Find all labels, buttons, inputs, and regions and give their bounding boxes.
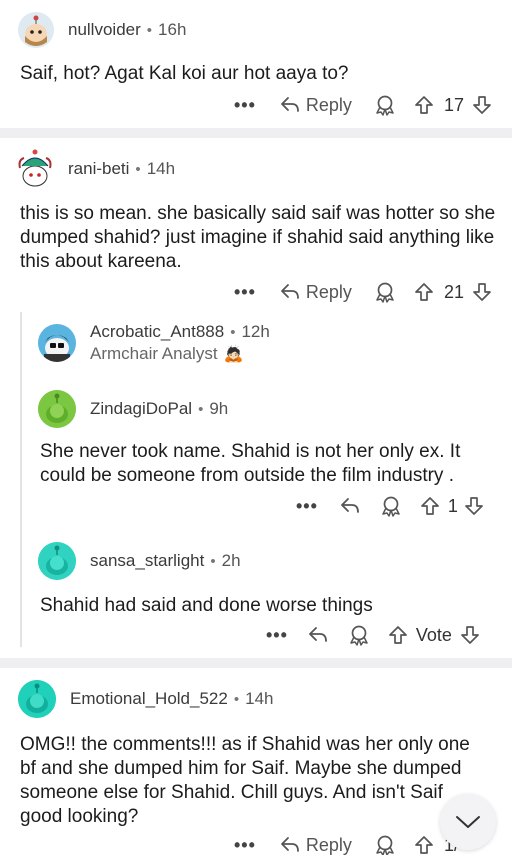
reply-label: Reply [305,94,352,115]
reply-icon [281,97,299,112]
username[interactable]: ZindagiDoPal [90,399,192,419]
comment-header: rani-beti • 14h [16,148,175,190]
thread-line[interactable] [20,312,22,647]
comment-body: Shahid had said and done worse things [40,595,373,616]
comment-header: nullvoider • 16h [18,12,186,48]
avatar[interactable] [38,542,76,580]
timestamp: 12h [241,322,270,341]
more-options-button[interactable]: ••• [234,95,256,116]
snoo-avatar-icon [18,12,54,48]
downvote-icon[interactable] [460,625,480,645]
reply-icon [281,284,299,299]
award-icon[interactable] [380,495,402,517]
comment-actions: ••• Reply 21 [234,279,492,305]
more-options-button[interactable]: ••• [266,625,288,646]
comment-header: Acrobatic_Ant888 • 12h Armchair Analyst … [38,322,270,364]
separator-dot: • [135,160,141,178]
upvote-icon[interactable] [414,95,434,115]
comment-divider [0,658,512,668]
comment-body: Saif, hot? Agat Kal koi aur hot aaya to? [20,63,349,84]
vote-count: 17 [443,94,464,115]
snoo-avatar-icon [38,324,76,362]
upvote-icon[interactable] [414,835,434,855]
comment-body: this is so mean. she basically said saif… [20,203,496,272]
more-options-button[interactable]: ••• [234,835,256,855]
snoo-avatar-icon [18,149,52,187]
more-options-button[interactable]: ••• [234,282,256,303]
user-flair: Armchair Analyst [90,344,218,363]
flair-emoji: 🙇🏻 [223,346,244,363]
comment-body: She never took name. Shahid is not her o… [40,441,461,486]
avatar[interactable] [18,680,56,718]
comment-divider [0,128,512,138]
timestamp: 16h [158,20,187,39]
timestamp: 14h [146,159,176,178]
reply-button[interactable]: Reply [280,282,352,303]
comment-actions: ••• Reply 17 [234,92,492,118]
comment-header: sansa_starlight • 2h [38,542,241,580]
comment-header: ZindagiDoPal • 9h [38,390,228,428]
downvote-icon[interactable] [464,496,484,516]
separator-dot: • [198,400,204,418]
award-icon[interactable] [374,94,396,116]
username[interactable]: Acrobatic_Ant888 [90,322,224,342]
reply-label: Reply [305,834,352,855]
avatar[interactable] [38,390,76,428]
timestamp: 9h [209,399,229,418]
timestamp: 14h [245,689,274,708]
vote-label: Vote [415,624,452,645]
upvote-icon[interactable] [414,282,434,302]
award-icon[interactable] [374,281,396,303]
separator-dot: • [230,323,236,341]
vote-count: 21 [443,281,464,302]
reply-button[interactable]: Reply [280,95,352,116]
comment-actions: ••• Vote [266,622,480,648]
timestamp: 2h [221,551,241,570]
reply-label: Reply [305,281,352,302]
username[interactable]: Emotional_Hold_522 [70,689,228,709]
separator-dot: • [233,690,240,708]
downvote-icon[interactable] [472,282,492,302]
snoo-avatar-icon [38,390,76,428]
reply-icon[interactable] [340,497,360,515]
reply-icon [281,837,299,852]
username[interactable]: nullvoider [68,20,141,40]
more-options-button[interactable]: ••• [296,496,318,517]
upvote-icon[interactable] [420,496,440,516]
scroll-down-chevron-icon [456,816,480,828]
downvote-icon[interactable] [472,95,492,115]
avatar[interactable] [38,324,76,362]
avatar[interactable] [18,12,54,48]
avatar[interactable] [16,148,54,190]
separator-dot: • [146,21,153,39]
username[interactable]: rani-beti [68,159,129,179]
snoo-avatar-icon [38,542,76,580]
vote-count: 1 [447,495,458,516]
reply-button[interactable]: Reply [280,835,352,855]
separator-dot: • [210,552,216,570]
award-icon[interactable] [374,834,396,855]
comment-header: Emotional_Hold_522 • 14h [18,680,273,718]
comment-body: OMG!! the comments!!! as if Shahid was h… [20,734,470,827]
reply-icon[interactable] [308,626,328,644]
comment-actions: ••• Reply 1/ [234,832,459,855]
award-icon[interactable] [348,624,370,646]
scroll-down-button[interactable] [440,794,496,850]
username[interactable]: sansa_starlight [90,551,204,571]
comment-actions: ••• 1 [296,493,484,519]
upvote-icon[interactable] [388,625,408,645]
snoo-avatar-icon [18,680,56,718]
